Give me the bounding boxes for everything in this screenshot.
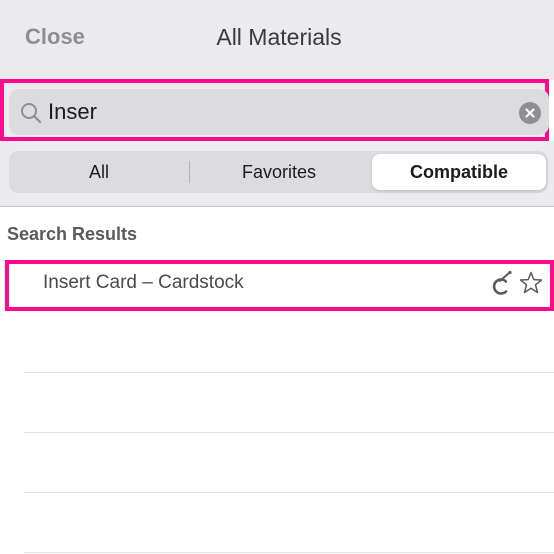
clear-x-glyph bbox=[525, 108, 535, 118]
page-title: All Materials bbox=[0, 24, 554, 51]
empty-row-divider bbox=[24, 552, 554, 553]
section-header: Search Results bbox=[7, 224, 138, 244]
empty-row-divider bbox=[24, 432, 554, 433]
clear-search-icon[interactable] bbox=[519, 102, 541, 124]
search-icon bbox=[21, 103, 42, 124]
list-item-label: Insert Card – Cardstock bbox=[43, 272, 244, 293]
cricut-cut-icon bbox=[492, 270, 512, 295]
tab-favorites[interactable]: Favorites bbox=[189, 151, 369, 193]
page-title-text: All Materials bbox=[216, 24, 342, 50]
tab-all[interactable]: All bbox=[9, 151, 189, 193]
empty-row-divider bbox=[24, 372, 554, 373]
star-outline-icon[interactable] bbox=[519, 271, 543, 295]
empty-row-divider bbox=[24, 492, 554, 493]
tab-compatible[interactable]: Compatible bbox=[372, 154, 546, 190]
search-input[interactable] bbox=[48, 96, 498, 128]
nav-header: Close All Materials bbox=[0, 0, 554, 80]
